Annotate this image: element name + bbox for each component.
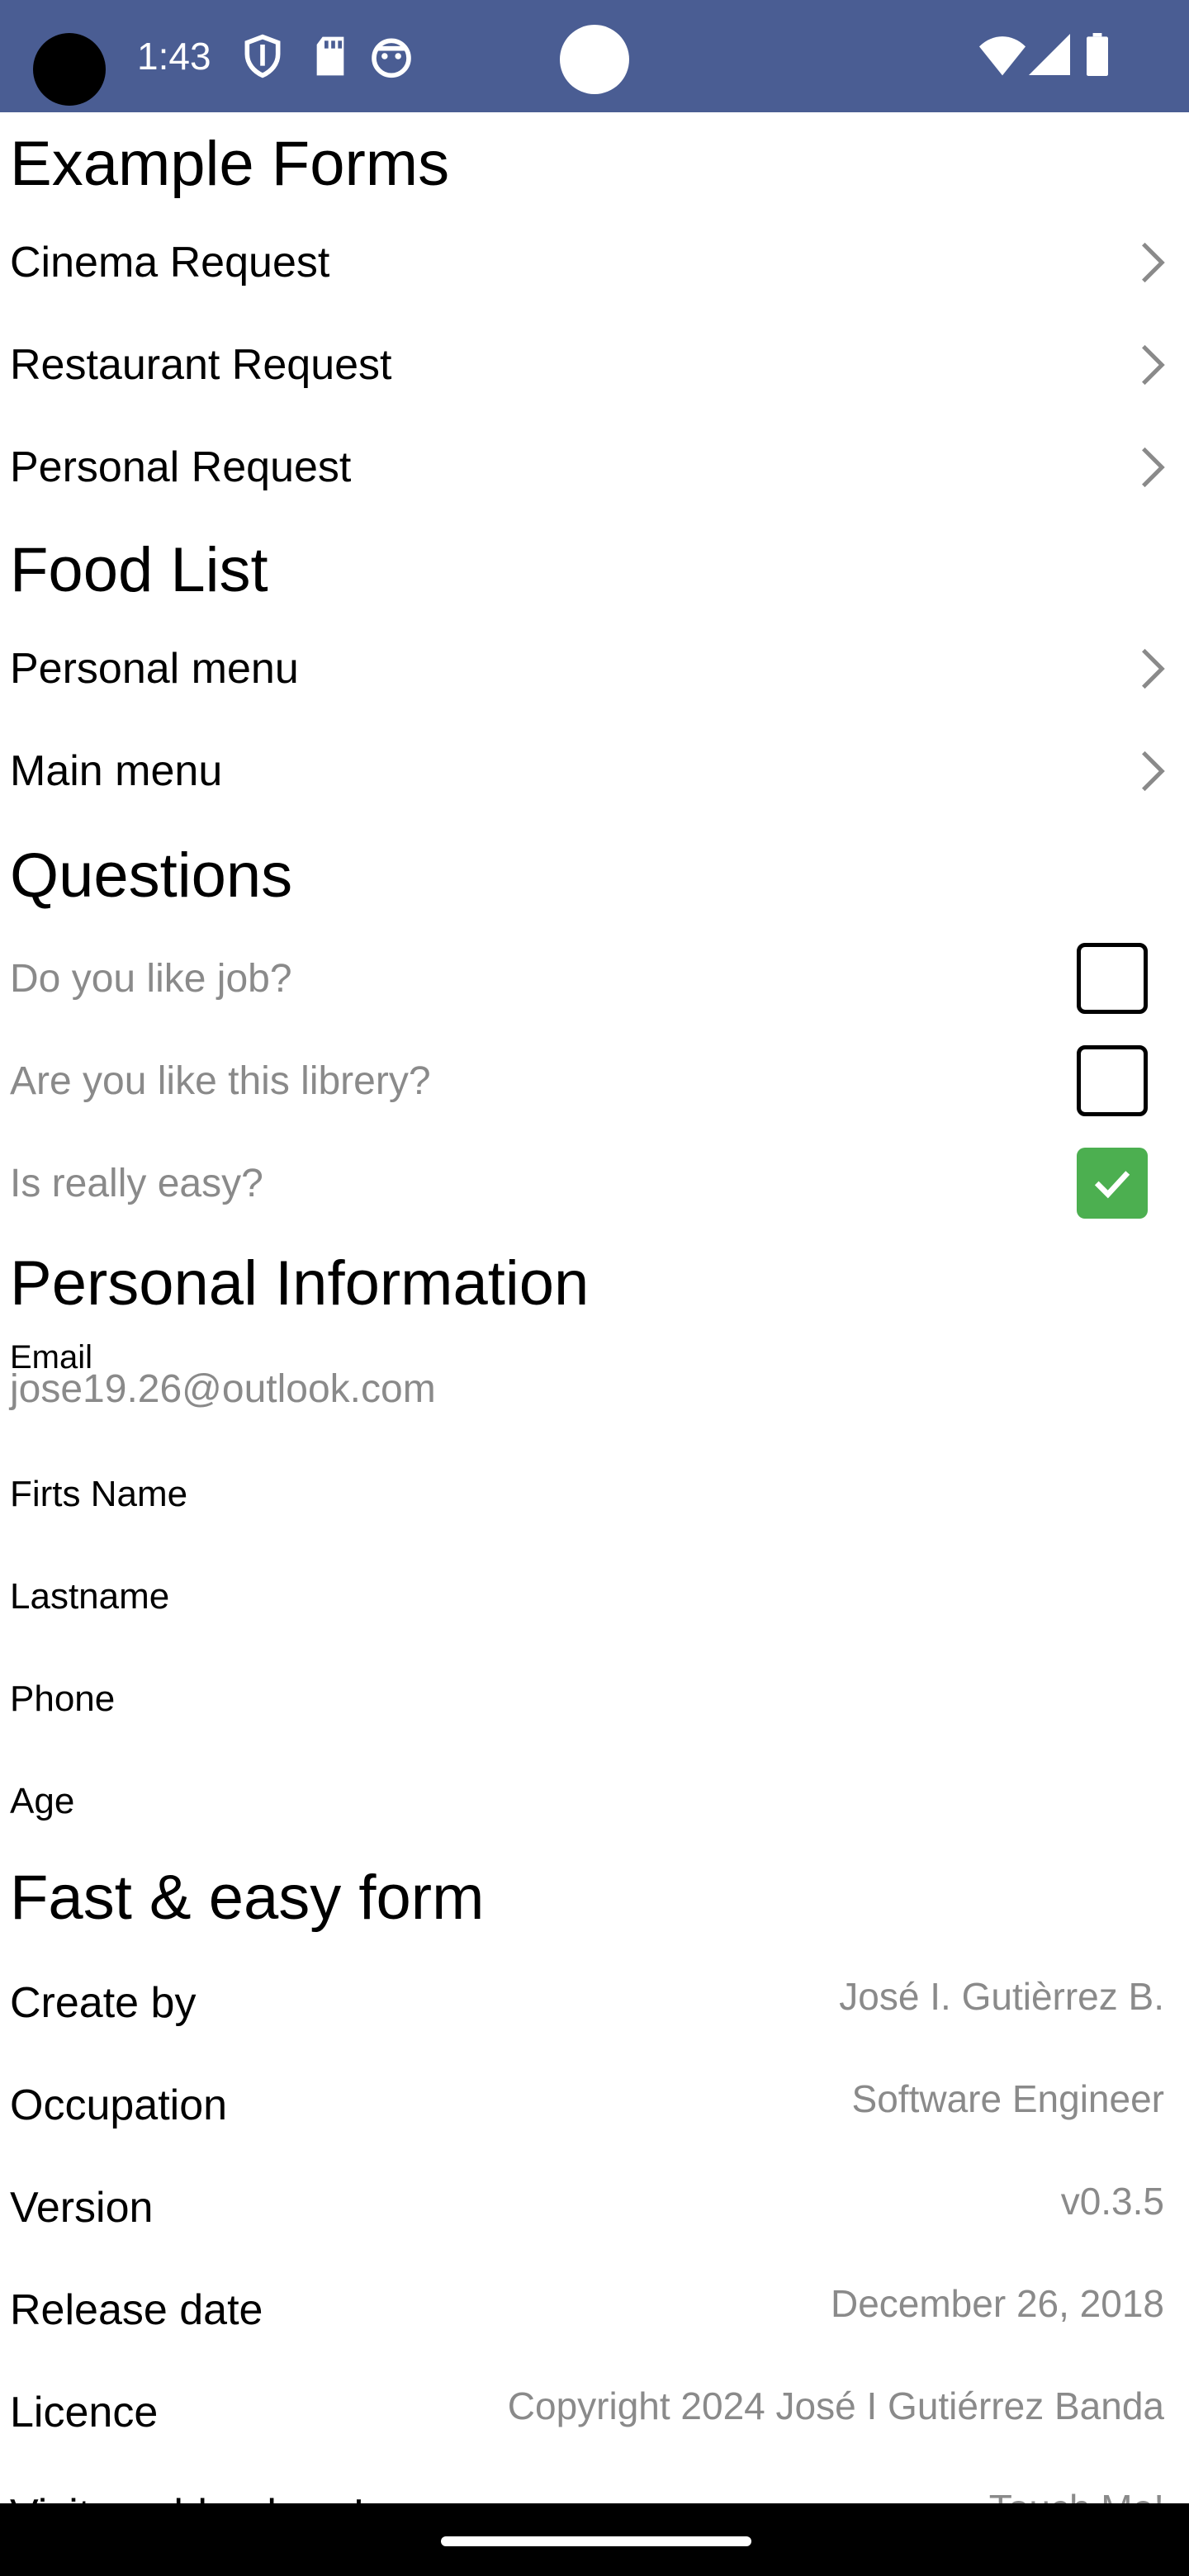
info-value: José I. Gutièrrez B. xyxy=(839,1975,1164,2018)
front-camera xyxy=(560,25,629,94)
question-label: Are you like this librery? xyxy=(10,1059,431,1103)
chevron-right-icon xyxy=(1142,242,1165,283)
info-key: Version xyxy=(10,2184,154,2232)
question-row-like-job[interactable]: Do you like job? xyxy=(0,928,1189,1030)
cell-signal-icon xyxy=(1029,34,1070,75)
checkbox-like-job[interactable] xyxy=(1077,943,1148,1014)
info-row-release-date: Release date December 26, 2018 xyxy=(0,2256,1189,2358)
row-label: Restaurant Request xyxy=(10,341,392,389)
chevron-right-icon xyxy=(1142,648,1165,689)
section-title-personal-information: Personal Information xyxy=(10,1248,590,1319)
section-title-example-forms: Example Forms xyxy=(10,129,450,199)
camera-cutout xyxy=(33,33,106,106)
info-value: December 26, 2018 xyxy=(830,2282,1164,2325)
list-item-personal-request[interactable]: Personal Request xyxy=(0,416,1189,519)
info-value: Software Engineer xyxy=(851,2077,1164,2120)
checkmark-icon xyxy=(1094,1171,1130,1199)
chevron-right-icon xyxy=(1142,751,1165,792)
status-time: 1:43 xyxy=(137,35,211,78)
row-label: Personal Request xyxy=(10,443,352,491)
row-label: Cinema Request xyxy=(10,239,330,286)
list-item-restaurant-request[interactable]: Restaurant Request xyxy=(0,314,1189,416)
info-key: Licence xyxy=(10,2389,159,2436)
sd-card-icon xyxy=(316,36,344,76)
row-label: Personal menu xyxy=(10,645,299,693)
chevron-right-icon xyxy=(1142,447,1165,488)
chevron-right-icon xyxy=(1142,344,1165,386)
section-title-food-list: Food List xyxy=(10,535,268,605)
android-debug-icon xyxy=(372,38,411,78)
home-gesture-handle[interactable] xyxy=(441,2536,751,2546)
question-label: Do you like job? xyxy=(10,957,292,1001)
question-row-like-library[interactable]: Are you like this librery? xyxy=(0,1030,1189,1133)
section-title-questions: Questions xyxy=(10,841,293,911)
list-item-cinema-request[interactable]: Cinema Request xyxy=(0,211,1189,314)
checkbox-really-easy[interactable] xyxy=(1077,1148,1148,1219)
info-row-created-by: Create by José I. Gutièrrez B. xyxy=(0,1949,1189,2051)
list-item-personal-menu[interactable]: Personal menu xyxy=(0,618,1189,720)
info-row-version: Version v0.3.5 xyxy=(0,2153,1189,2256)
question-row-really-easy[interactable]: Is really easy? xyxy=(0,1133,1189,1235)
age-field[interactable]: Age xyxy=(10,1777,74,1826)
question-label: Is really easy? xyxy=(10,1162,263,1205)
first-name-field[interactable]: Firts Name xyxy=(10,1470,187,1519)
row-label: Main menu xyxy=(10,747,223,795)
info-key: Release date xyxy=(10,2286,263,2334)
info-key: Create by xyxy=(10,1979,197,2027)
shield-icon xyxy=(244,34,281,78)
checkbox-like-library[interactable] xyxy=(1077,1045,1148,1116)
wifi-icon xyxy=(979,36,1026,76)
section-title-fast-easy-form: Fast & easy form xyxy=(10,1863,485,1933)
battery-icon xyxy=(1087,33,1108,76)
info-value: v0.3.5 xyxy=(1060,2180,1164,2223)
info-value: Copyright 2024 José I Gutiérrez Banda xyxy=(507,2384,1164,2427)
info-row-licence: Licence Copyright 2024 José I Gutiérrez … xyxy=(0,2358,1189,2460)
info-row-occupation: Occupation Software Engineer xyxy=(0,2051,1189,2153)
email-field[interactable]: jose19.26@outlook.com xyxy=(10,1366,436,1413)
phone-field[interactable]: Phone xyxy=(10,1674,115,1724)
list-item-main-menu[interactable]: Main menu xyxy=(0,720,1189,822)
lastname-field[interactable]: Lastname xyxy=(10,1572,169,1622)
info-key: Occupation xyxy=(10,2081,228,2129)
status-bar: 1:43 xyxy=(0,0,1189,112)
navigation-bar xyxy=(0,2503,1189,2576)
